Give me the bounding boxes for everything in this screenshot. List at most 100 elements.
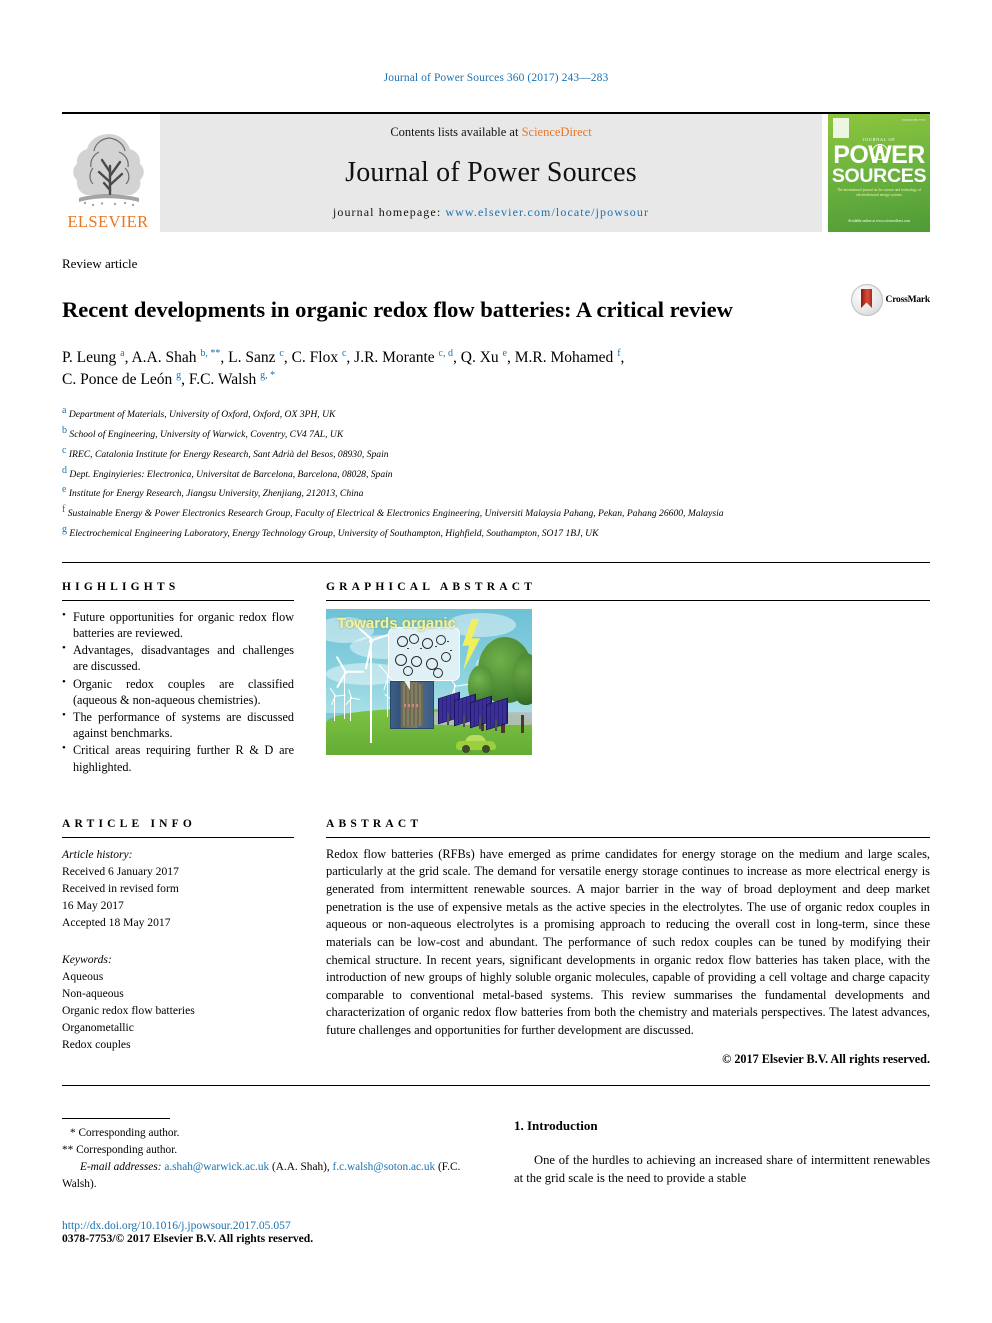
keyword-item: Redox couples: [62, 1038, 131, 1052]
running-head: Journal of Power Sources 360 (2017) 243—…: [383, 72, 609, 84]
highlights-heading: HIGHLIGHTS: [62, 580, 180, 593]
history-received: Received 6 January 2017: [62, 864, 179, 878]
solar-panel-leg: [463, 714, 465, 727]
article-info-column: ARTICLE INFO Article history: Received 6…: [62, 818, 294, 1067]
title-row: Recent developments in organic redox flo…: [62, 282, 930, 338]
car-wheel: [462, 744, 470, 753]
cover-top-bar: ISSN 0378-7753: [833, 118, 925, 138]
abstract-text: Redox flow batteries (RFBs) have emerged…: [326, 846, 930, 1037]
molecule-ring: [411, 655, 422, 667]
battery-container-icon: [390, 680, 434, 729]
car-wheel: [482, 744, 490, 753]
list-item: Critical areas requiring further R & D a…: [62, 741, 294, 774]
author-line-1: P. Leung a, A.A. Shah b, **, L. Sanz c, …: [62, 348, 625, 367]
affiliation-text: IREC, Catalonia Institute for Energy Res…: [68, 449, 389, 461]
affiliation-b: b School of Engineering, University of W…: [62, 425, 344, 441]
keywords-block: Keywords: Aqueous Non-aqueous Organic re…: [62, 951, 294, 1053]
doi-block: http://dx.doi.org/10.1016/j.jpowsour.201…: [62, 1219, 478, 1245]
doi-link[interactable]: http://dx.doi.org/10.1016/j.jpowsour.201…: [62, 1219, 478, 1232]
author-list: P. Leung a, A.A. Shah b, **, L. Sanz c, …: [62, 347, 930, 391]
molecule-ring: [397, 635, 408, 647]
abstract-copyright: © 2017 Elsevier B.V. All rights reserved…: [722, 1051, 930, 1066]
graphical-abstract-caption: Towards organic: [337, 614, 456, 632]
molecule-ring: [422, 637, 433, 649]
solar-panel: [486, 697, 508, 731]
tree-trunk: [520, 714, 524, 733]
highlights-column: HIGHLIGHTS Future opportunities for orga…: [62, 581, 294, 776]
journal-homepage-line: journal homepage: www.elsevier.com/locat…: [333, 205, 649, 220]
journal-masthead: ELSEVIER Contents lists available at Sci…: [62, 112, 930, 232]
highlights-list: Future opportunities for organic redox f…: [62, 608, 294, 775]
article-history-label: Article history:: [62, 847, 133, 861]
turbine-hub: [453, 684, 457, 688]
cover-power-symbol-icon: [872, 144, 888, 160]
affiliation-d: d Dept. Enginyieries: Electronica, Unive…: [62, 464, 393, 480]
molecule-atom: [407, 647, 409, 650]
crossmark-label: CrossMark: [885, 295, 931, 305]
affiliation-text: Institute for Energy Research, Jiangsu U…: [68, 488, 364, 500]
section-divider-bottom: [62, 1084, 930, 1086]
wind-turbine-icon: [328, 687, 346, 721]
elsevier-wordmark: ELSEVIER: [67, 211, 149, 231]
crossmark-badge-group[interactable]: CrossMark: [850, 282, 931, 316]
list-item: Future opportunities for organic redox f…: [62, 608, 294, 641]
contents-prefix: Contents lists available at: [390, 125, 522, 139]
molecule-ring: [433, 667, 443, 678]
cover-bottom-line: Available online at www.sciencedirect.co…: [847, 218, 911, 223]
affiliation-text: Department of Materials, University of O…: [68, 409, 336, 421]
graphical-abstract-image: Towards organic: [326, 608, 532, 755]
abstract-heading: ABSTRACT: [326, 817, 423, 830]
cover-subtitle: The international journal on the science…: [837, 188, 921, 198]
highlights-rule: [62, 599, 294, 601]
solar-panel-leg: [479, 716, 481, 729]
cover-sources-word: SOURCES: [831, 165, 927, 187]
affiliation-c: c IREC, Catalonia Institute for Energy R…: [62, 444, 389, 461]
list-item: Advantages, disadvantages and challenges…: [62, 641, 294, 674]
crossmark-icon: [850, 284, 883, 316]
introduction-column: 1. Introduction One of the hurdles to ac…: [514, 1118, 930, 1245]
email-link-2[interactable]: f.c.walsh@soton.ac.uk: [333, 1161, 436, 1173]
graphical-abstract-rule: [326, 599, 930, 601]
articleinfo-abstract-row: ARTICLE INFO Article history: Received 6…: [62, 818, 930, 1067]
article-info-heading: ARTICLE INFO: [62, 817, 197, 830]
cover-elsevier-icon: [833, 118, 849, 138]
contents-available-line: Contents lists available at ScienceDirec…: [390, 125, 591, 140]
affiliation-text: Sustainable Energy & Power Electronics R…: [67, 508, 724, 520]
journal-title: Journal of Power Sources: [345, 156, 637, 188]
email-label: E-mail addresses:: [80, 1160, 162, 1173]
history-accepted: Accepted 18 May 2017: [62, 915, 171, 929]
homepage-url-link[interactable]: www.elsevier.com/locate/jpowsour: [445, 205, 649, 219]
affiliation-text: Electrochemical Engineering Laboratory, …: [69, 528, 599, 540]
corresponding-author-2: ** Corresponding author.: [62, 1143, 178, 1156]
section-divider-top: [62, 561, 930, 563]
introduction-heading: 1. Introduction: [514, 1118, 598, 1133]
article-type: Review article: [62, 256, 138, 271]
email-owner-1: (A.A. Shah),: [271, 1160, 330, 1173]
homepage-prefix: journal homepage:: [332, 205, 446, 219]
turbine-hub: [334, 694, 336, 697]
history-revised-date: 16 May 2017: [62, 898, 124, 912]
keyword-item: Organic redox flow batteries: [62, 1004, 195, 1018]
turbine-hub: [350, 696, 352, 699]
keywords-label: Keywords:: [62, 953, 112, 967]
journal-cover-thumbnail: ISSN 0378-7753 JOURNAL OF POWER SOURCES …: [828, 114, 930, 232]
graphical-abstract-column: GRAPHICAL ABSTRACT Towards organic: [326, 581, 930, 776]
molecule-ring: [395, 653, 407, 666]
article-info-rule: [62, 836, 294, 838]
highlights-graphical-row: HIGHLIGHTS Future opportunities for orga…: [62, 581, 930, 776]
molecule-atom: [435, 645, 437, 648]
email-link-1[interactable]: a.shah@warwick.ac.uk: [164, 1161, 269, 1173]
affiliation-a: a Department of Materials, University of…: [62, 405, 336, 421]
issn-copyright-line: 0378-7753/© 2017 Elsevier B.V. All right…: [62, 1231, 314, 1245]
corresponding-author-1: * Corresponding author.: [70, 1127, 180, 1139]
list-item: Organic redox couples are classified (aq…: [62, 675, 294, 708]
paper-page: Journal of Power Sources 360 (2017) 243—…: [0, 0, 992, 1323]
affiliation-text: School of Engineering, University of War…: [69, 429, 344, 441]
molecule-atom: [450, 649, 452, 652]
sciencedirect-link[interactable]: ScienceDirect: [522, 125, 592, 139]
molecule-ring: [441, 651, 451, 662]
molecule-atom: [447, 640, 449, 643]
affiliation-f: f Sustainable Energy & Power Electronics…: [62, 504, 724, 520]
tree-icon: [512, 652, 532, 705]
